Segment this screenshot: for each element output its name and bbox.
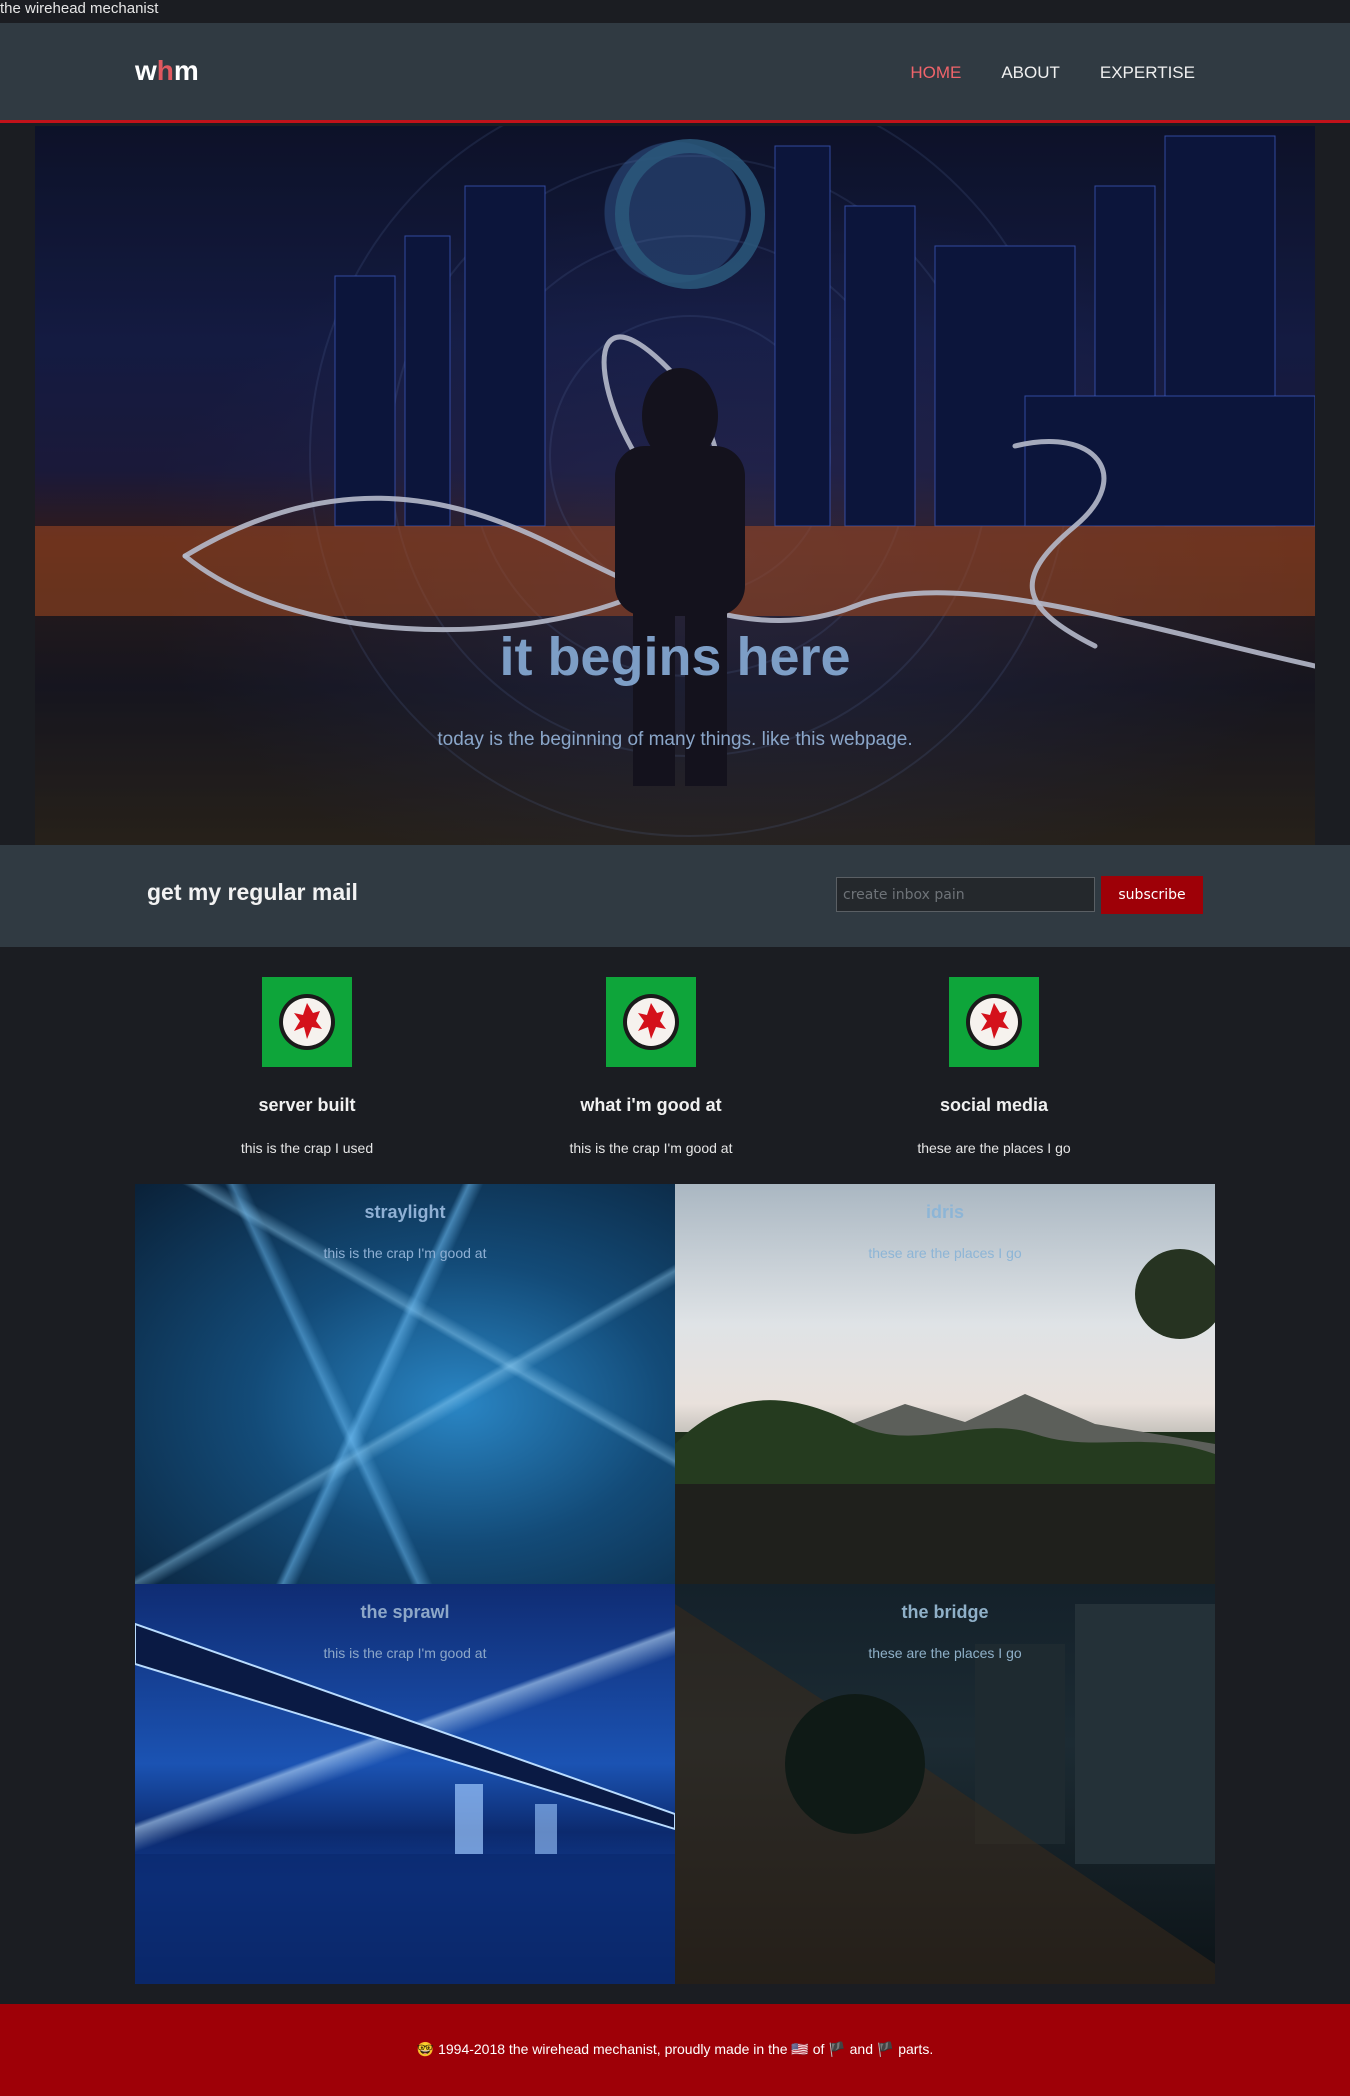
main-nav: HOME ABOUT EXPERTISE bbox=[910, 63, 1195, 83]
feature-title: what i'm good at bbox=[580, 1095, 722, 1115]
feature-social-media: social media these are the places I go bbox=[829, 977, 1159, 1156]
site-logo[interactable]: whm bbox=[135, 55, 199, 87]
hero-subtitle: today is the beginning of many things. l… bbox=[437, 729, 913, 750]
tile-the-bridge[interactable]: the bridge these are the places I go bbox=[675, 1584, 1215, 1984]
page-title: the wirehead mechanist bbox=[0, 0, 1350, 23]
tile-title: the bridge bbox=[901, 1602, 989, 1622]
tile-title: straylight bbox=[364, 1202, 446, 1222]
feature-text: this is the crap I'm good at bbox=[569, 1140, 733, 1156]
tile-text: these are the places I go bbox=[868, 1645, 1022, 1661]
nav-about-link[interactable]: ABOUT bbox=[1001, 63, 1060, 83]
nav-expertise-link[interactable]: EXPERTISE bbox=[1100, 63, 1195, 83]
gear-badge-graphic bbox=[966, 994, 1022, 1050]
logo-letter-h: h bbox=[156, 55, 174, 86]
tile-text: these are the places I go bbox=[868, 1245, 1022, 1261]
footer-copyright: 🤓 1994-2018 the wirehead mechanist, prou… bbox=[416, 2041, 934, 2057]
night-building-graphic bbox=[675, 1604, 1215, 1984]
newsletter-title: get my regular mail bbox=[147, 879, 358, 905]
gear-logo-icon bbox=[949, 977, 1039, 1067]
logo-letter-m: m bbox=[173, 55, 199, 86]
feature-text: this is the crap I used bbox=[240, 1140, 374, 1156]
email-input[interactable] bbox=[836, 877, 1095, 912]
gear-logo-icon bbox=[262, 977, 352, 1067]
tile-idris[interactable]: idris these are the places I go bbox=[675, 1184, 1215, 1584]
hero-banner: it begins here today is the beginning of… bbox=[35, 126, 1315, 845]
feature-good-at: what i'm good at this is the crap I'm go… bbox=[486, 977, 816, 1156]
feature-title: server built bbox=[258, 1095, 356, 1115]
gear-badge-graphic bbox=[623, 994, 679, 1050]
tile-title: idris bbox=[925, 1202, 964, 1222]
newsletter-bar: get my regular mail subscribe bbox=[0, 845, 1350, 947]
tile-text: this is the crap I'm good at bbox=[323, 1645, 487, 1661]
hero-title: it begins here bbox=[499, 627, 851, 687]
image-tiles-grid: straylight this is the crap I'm good at … bbox=[135, 1184, 1215, 1984]
feature-text: these are the places I go bbox=[917, 1140, 1071, 1156]
site-footer: 🤓 1994-2018 the wirehead mechanist, prou… bbox=[0, 2004, 1350, 2096]
feature-title: social media bbox=[939, 1095, 1049, 1115]
gear-logo-icon bbox=[606, 977, 696, 1067]
logo-letter-w: w bbox=[135, 55, 157, 86]
tile-text: this is the crap I'm good at bbox=[323, 1245, 487, 1261]
features-row: server built this is the crap I used wha… bbox=[0, 977, 1350, 1157]
gear-badge-graphic bbox=[279, 994, 335, 1050]
landscape-graphic bbox=[675, 1249, 1215, 1584]
bridge-graphic bbox=[135, 1622, 675, 1984]
tile-the-sprawl[interactable]: the sprawl this is the crap I'm good at bbox=[135, 1584, 675, 1984]
tile-title: the sprawl bbox=[360, 1602, 450, 1622]
tile-straylight[interactable]: straylight this is the crap I'm good at bbox=[135, 1184, 675, 1584]
feature-server-built: server built this is the crap I used bbox=[142, 977, 472, 1156]
subscribe-button[interactable]: subscribe bbox=[1101, 876, 1203, 914]
navbar: whm HOME ABOUT EXPERTISE bbox=[0, 23, 1350, 123]
nav-home-link[interactable]: HOME bbox=[910, 63, 961, 83]
